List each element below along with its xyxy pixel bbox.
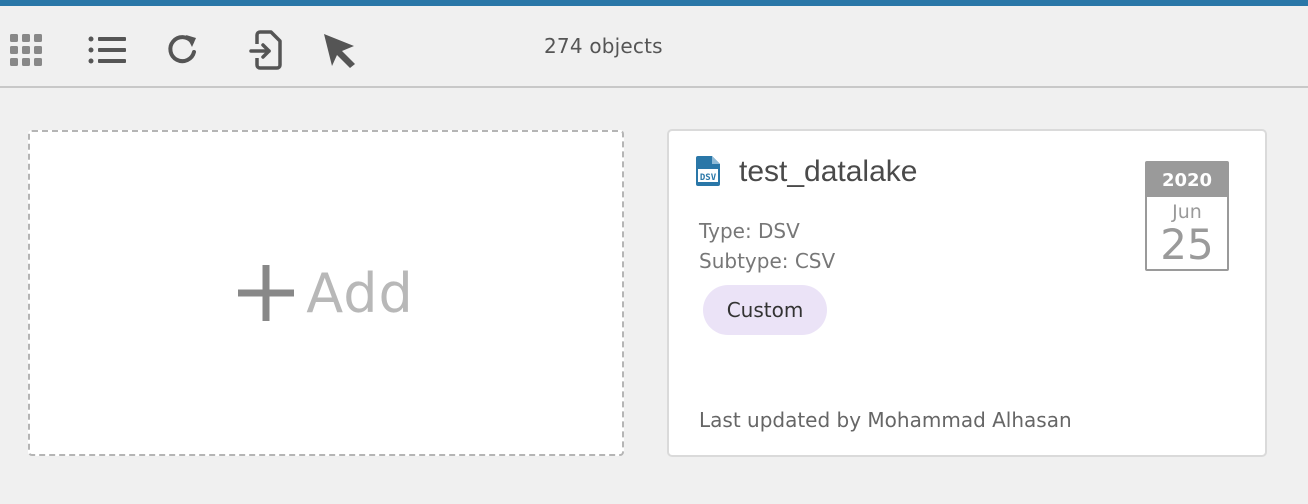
- object-count: 274 objects: [544, 34, 663, 58]
- last-updated-text: Last updated by Mohammad Alhasan: [699, 408, 1072, 432]
- date-calendar-badge: 2020 Jun 25: [1145, 161, 1229, 271]
- dsv-file-icon: DSV: [696, 156, 720, 186]
- list-view-icon: [88, 36, 126, 64]
- calendar-year: 2020: [1147, 163, 1227, 197]
- add-label: Add: [306, 261, 414, 325]
- import-icon: [249, 30, 282, 70]
- list-view-button[interactable]: [88, 30, 128, 70]
- dataset-title[interactable]: test_datalake: [739, 155, 917, 189]
- calendar-day: 25: [1160, 220, 1214, 269]
- grid-view-button[interactable]: [6, 30, 46, 70]
- custom-tag-badge: Custom: [703, 285, 827, 335]
- dataset-type: Type: DSV: [699, 219, 800, 243]
- import-button[interactable]: [246, 30, 286, 70]
- select-cursor-icon: [324, 34, 355, 68]
- svg-text:DSV: DSV: [700, 173, 717, 183]
- add-content: Add: [238, 262, 414, 325]
- grid-view-icon: [10, 34, 42, 66]
- dataset-subtype: Subtype: CSV: [699, 249, 836, 273]
- add-new-card[interactable]: Add: [28, 130, 624, 456]
- refresh-icon: [168, 35, 196, 64]
- select-cursor-button[interactable]: [320, 30, 360, 70]
- dataset-card[interactable]: DSV test_datalake Type: DSV Subtype: CSV…: [667, 129, 1267, 457]
- toolbar: 274 objects: [0, 6, 1308, 88]
- plus-icon: [238, 265, 295, 321]
- refresh-button[interactable]: [162, 30, 202, 70]
